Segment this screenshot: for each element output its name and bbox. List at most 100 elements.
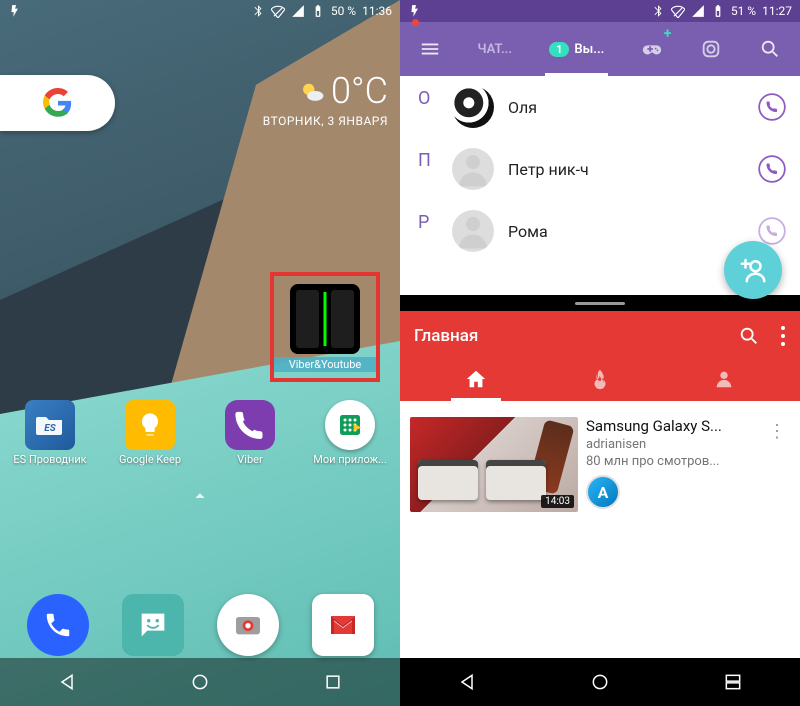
clock-text: 11:27: [762, 4, 792, 18]
yt-tab-trending[interactable]: [539, 357, 662, 401]
google-g-icon: [43, 88, 73, 118]
youtube-panel: Главная 14:03 Samsung Galaxy S... adrian…: [400, 295, 800, 658]
nav-split-icon[interactable]: [723, 672, 743, 692]
dock-camera[interactable]: [217, 594, 279, 656]
temperature-text: 0°C: [331, 70, 388, 112]
app-drawer-handle[interactable]: [189, 485, 211, 511]
app-viber[interactable]: Viber: [211, 400, 289, 466]
weather-icon: [299, 78, 325, 104]
bluetooth-icon: [651, 4, 665, 18]
video-views: 80 млн про смотров...: [586, 454, 756, 469]
date-text: ВТОРНИК, 3 ЯНВАРЯ: [263, 114, 388, 128]
google-search-widget[interactable]: [0, 75, 115, 131]
yt-tab-home[interactable]: [415, 357, 538, 401]
camera-icon: [232, 609, 264, 641]
split-screen-apps: 51 % 11:27 ЧАТ... 1Вы... + О Оля П Петр …: [400, 0, 800, 706]
contact-row[interactable]: Петр ник-ч: [452, 138, 800, 200]
dock: [0, 594, 400, 656]
person-icon: [713, 368, 735, 390]
viber-call-icon[interactable]: [758, 93, 786, 121]
viber-icon: [225, 400, 275, 450]
phone-icon: [43, 610, 73, 640]
viber-search-button[interactable]: [755, 22, 785, 76]
folder-es-icon: ES: [34, 409, 66, 441]
contact-name: Петр ник-ч: [508, 160, 758, 179]
contact-section: О Оля: [400, 76, 800, 138]
contact-avatar: [452, 86, 494, 128]
viber-tab-public[interactable]: [696, 22, 726, 76]
viber-tab-chat[interactable]: ЧАТ...: [474, 22, 517, 76]
gamepad-icon: [641, 38, 663, 60]
battery-icon: [711, 4, 725, 18]
flame-icon: [589, 368, 611, 390]
battery-text: 51 %: [731, 4, 756, 18]
spiral-icon: [700, 38, 722, 60]
add-person-icon: [738, 255, 768, 285]
section-letter: О: [400, 76, 452, 109]
youtube-toolbar: Главная: [400, 311, 800, 401]
battery-text: 50 %: [331, 4, 356, 18]
bolt-icon: [8, 4, 22, 18]
add-contact-fab[interactable]: [724, 241, 782, 299]
contact-section: П Петр ник-ч: [400, 138, 800, 200]
video-more-icon[interactable]: ⋮: [764, 417, 790, 446]
viber-call-icon[interactable]: [758, 155, 786, 183]
nav-back-icon[interactable]: [57, 672, 77, 692]
status-bar-right: 51 % 11:27: [400, 0, 800, 22]
apps-grid-icon: [335, 410, 365, 440]
viber-tab-games[interactable]: +: [637, 22, 667, 76]
svg-text:ES: ES: [44, 423, 56, 434]
signal-icon: [691, 4, 705, 18]
home-icon: [465, 368, 487, 390]
dock-phone[interactable]: [27, 594, 89, 656]
dock-messages[interactable]: [122, 594, 184, 656]
viber-top-bar: ЧАТ... 1Вы... +: [400, 22, 800, 76]
contact-avatar-default: [452, 210, 494, 252]
more-vert-icon[interactable]: [780, 325, 786, 347]
nav-recent-icon[interactable]: [323, 672, 343, 692]
video-title: Samsung Galaxy S...: [586, 417, 756, 435]
split-drag-handle[interactable]: [400, 295, 800, 311]
nav-back-icon[interactable]: [457, 672, 477, 692]
yt-tab-account[interactable]: [663, 357, 786, 401]
dock-gmail[interactable]: [312, 594, 374, 656]
app-es-explorer[interactable]: ES ES Проводник: [11, 400, 89, 466]
video-channel: adrianisen: [586, 437, 756, 452]
viber-menu-button[interactable]: [415, 22, 445, 76]
nav-home-icon[interactable]: [590, 672, 610, 692]
nav-bar-left: [0, 658, 400, 706]
channel-avatar[interactable]: A: [586, 475, 620, 509]
wifi-off-icon: [671, 4, 685, 18]
contact-row[interactable]: Оля: [452, 76, 800, 138]
nav-bar-right: [400, 658, 800, 706]
status-bar-left: 50 % 11:36: [0, 0, 400, 22]
video-thumbnail: 14:03: [410, 417, 578, 512]
splitscreen-widget-label: Viber&Youtube: [274, 357, 376, 372]
search-icon[interactable]: [738, 325, 760, 347]
clock-text: 11:36: [362, 4, 392, 18]
splitscreen-widget-highlight[interactable]: Viber&Youtube: [270, 272, 380, 382]
signal-icon: [291, 4, 305, 18]
lightbulb-icon: [136, 411, 164, 439]
video-meta: Samsung Galaxy S... adrianisen 80 млн пр…: [586, 417, 756, 509]
gmail-icon: [325, 607, 361, 643]
app-google-keep[interactable]: Google Keep: [111, 400, 189, 466]
app-my-apps[interactable]: Мои прилож...: [311, 400, 389, 466]
nav-home-icon[interactable]: [190, 672, 210, 692]
youtube-page-title: Главная: [414, 326, 478, 346]
chat-face-icon: [136, 608, 170, 642]
hamburger-icon: [419, 38, 441, 60]
search-icon: [759, 38, 781, 60]
bolt-icon: [408, 4, 422, 18]
android-home-screen: 50 % 11:36 0°C ВТОРНИК, 3 ЯНВАРЯ Viber&Y…: [0, 0, 400, 706]
wifi-off-icon: [271, 4, 285, 18]
youtube-video-item[interactable]: 14:03 Samsung Galaxy S... adrianisen 80 …: [400, 401, 800, 528]
contact-avatar-default: [452, 148, 494, 190]
contact-name: Оля: [508, 98, 758, 117]
viber-tab-contacts[interactable]: 1Вы...: [545, 22, 608, 76]
weather-widget[interactable]: 0°C ВТОРНИК, 3 ЯНВАРЯ: [263, 70, 388, 128]
bluetooth-icon: [251, 4, 265, 18]
viber-contacts-list: О Оля П Петр ник-ч Р Рома: [400, 76, 800, 262]
viber-call-icon[interactable]: [758, 217, 786, 245]
section-letter: Р: [400, 200, 452, 233]
